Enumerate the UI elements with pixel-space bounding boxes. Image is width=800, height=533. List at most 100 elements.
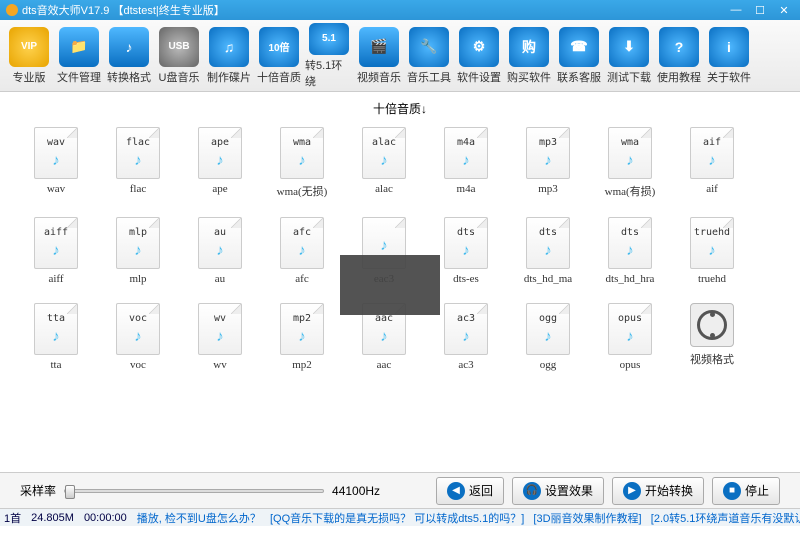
- 测试下载-icon: ⬇: [609, 27, 649, 67]
- toolbar-label: 转换格式: [107, 69, 151, 85]
- status-link[interactable]: [3D丽音效果制作教程]: [533, 513, 641, 525]
- toolbar-文件管理[interactable]: 📁文件管理: [54, 22, 104, 90]
- format-dts_hd_hra[interactable]: dts♪dts_hd_hra: [604, 217, 656, 285]
- file-label: mp2: [292, 359, 312, 371]
- toolbar-label: 软件设置: [457, 69, 501, 85]
- format-m4a[interactable]: m4a♪m4a: [440, 127, 492, 199]
- file-label: ac3: [458, 359, 473, 371]
- file-label: au: [215, 273, 225, 285]
- toolbar-转5.1环绕[interactable]: 5.1转5.1环绕: [304, 22, 354, 90]
- effect-button[interactable]: 🎧设置效果: [512, 477, 604, 505]
- file-label: alac: [375, 183, 393, 195]
- format-ogg[interactable]: ogg♪ogg: [522, 303, 574, 371]
- toolbar-label: 制作碟片: [207, 69, 251, 85]
- format-ac3[interactable]: ac3♪ac3: [440, 303, 492, 371]
- toolbar-十倍音质[interactable]: 10倍十倍音质: [254, 22, 304, 90]
- format-wma(有损)[interactable]: wma♪wma(有损): [604, 127, 656, 199]
- format-dts_hd_ma[interactable]: dts♪ dts_hd_ma: [522, 217, 574, 285]
- format-tta[interactable]: tta♪tta: [30, 303, 82, 371]
- format-voc[interactable]: voc♪ voc: [112, 303, 164, 371]
- window-title: dts音效大师V17.9 【dtstest|终生专业版】: [22, 2, 726, 18]
- file-icon: voc♪: [116, 303, 160, 355]
- toolbar-测试下载[interactable]: ⬇测试下载: [604, 22, 654, 90]
- toolbar-制作碟片[interactable]: ♫制作碟片: [204, 22, 254, 90]
- format-aiff[interactable]: aiff♪aiff: [30, 217, 82, 285]
- format-dts-es[interactable]: dts♪dts-es: [440, 217, 492, 285]
- toolbar-关于软件[interactable]: i关于软件: [704, 22, 754, 90]
- file-label: mp3: [538, 183, 558, 195]
- format-ape[interactable]: ape♪ape: [194, 127, 246, 199]
- 专业版-icon: VIP: [9, 27, 49, 67]
- samplerate-value: 44100Hz: [332, 484, 380, 498]
- file-icon: flac♪: [116, 127, 160, 179]
- toolbar-转换格式[interactable]: ♪ 转换格式: [104, 22, 154, 90]
- status-size: 24.805M: [31, 512, 74, 524]
- file-label: wv: [213, 359, 226, 371]
- status-links: 播放, 检不到U盘怎么办？ [QQ音乐下载的是真无损吗？ 可以转成dts5.1的…: [137, 510, 800, 526]
- format-aif[interactable]: aif♪aif: [686, 127, 738, 199]
- toolbar-联系客服[interactable]: ☎联系客服: [554, 22, 604, 90]
- format-wv[interactable]: wv♪wv: [194, 303, 246, 371]
- toolbar-视频音乐[interactable]: 🎬视频音乐: [354, 22, 404, 90]
- toolbar-U盘音乐[interactable]: USBU盘音乐: [154, 22, 204, 90]
- file-label: afc: [295, 273, 308, 285]
- file-icon: wav♪: [34, 127, 78, 179]
- video-format[interactable]: 视频格式: [686, 303, 738, 371]
- file-icon: alac♪: [362, 127, 406, 179]
- format-mp3[interactable]: mp3♪ mp3: [522, 127, 574, 199]
- minimize-button[interactable]: —: [726, 3, 746, 17]
- format-opus[interactable]: opus♪opus: [604, 303, 656, 371]
- back-button[interactable]: ◀返回: [436, 477, 504, 505]
- file-icon: mp3♪: [526, 127, 570, 179]
- stop-icon: ■: [723, 482, 741, 500]
- stop-button[interactable]: ■停止: [712, 477, 780, 505]
- format-flac[interactable]: flac♪ flac: [112, 127, 164, 199]
- status-link[interactable]: 播放, 检不到U盘怎么办？: [137, 513, 261, 525]
- slider-thumb[interactable]: [65, 485, 75, 499]
- format-mlp[interactable]: mlp♪mlp: [112, 217, 164, 285]
- back-icon: ◀: [447, 482, 465, 500]
- file-icon: opus♪: [608, 303, 652, 355]
- 转换格式-icon: ♪: [109, 27, 149, 67]
- samplerate-slider[interactable]: [64, 489, 324, 493]
- format-afc[interactable]: afc♪afc: [276, 217, 328, 285]
- status-link[interactable]: [2.0转5.1环绕声道音乐有没默认的调整方案？]: [651, 513, 800, 525]
- status-time: 00:00:00: [84, 512, 127, 524]
- toolbar-label: 使用教程: [657, 69, 701, 85]
- toolbar-专业版[interactable]: VIP 专业版: [4, 22, 54, 90]
- file-icon: truehd♪: [690, 217, 734, 269]
- status-link[interactable]: [QQ音乐下载的是真无损吗？ 可以转成dts5.1的吗？]: [270, 513, 524, 525]
- bottom-bar: 采样率 44100Hz ◀返回 🎧设置效果 ▶开始转换 ■停止: [0, 472, 800, 508]
- 关于软件-icon: i: [709, 27, 749, 67]
- toolbar-购买软件[interactable]: 购购买软件: [504, 22, 554, 90]
- app-icon: [6, 4, 18, 16]
- file-label: dts_hd_ma: [524, 273, 572, 285]
- file-label: voc: [130, 359, 146, 371]
- toolbar-音乐工具[interactable]: 🔧音乐工具: [404, 22, 454, 90]
- format-truehd[interactable]: truehd♪ truehd: [686, 217, 738, 285]
- toolbar-label: 专业版: [13, 69, 46, 85]
- toolbar-使用教程[interactable]: ?使用教程: [654, 22, 704, 90]
- file-label: wav: [47, 183, 65, 195]
- close-button[interactable]: ✕: [774, 3, 794, 17]
- format-alac[interactable]: alac♪ alac: [358, 127, 410, 199]
- 联系客服-icon: ☎: [559, 27, 599, 67]
- format-au[interactable]: au♪au: [194, 217, 246, 285]
- file-label: flac: [130, 183, 146, 195]
- maximize-button[interactable]: ☐: [750, 3, 770, 17]
- 软件设置-icon: ⚙: [459, 27, 499, 67]
- file-icon: dts♪: [526, 217, 570, 269]
- format-mp2[interactable]: mp2♪mp2: [276, 303, 328, 371]
- status-count: 1首: [4, 510, 21, 526]
- toolbar-软件设置[interactable]: ⚙ 软件设置: [454, 22, 504, 90]
- 转5.1环绕-icon: 5.1: [309, 23, 349, 55]
- preview-overlay: [340, 255, 440, 315]
- file-icon: wma♪: [280, 127, 324, 179]
- file-label: 视频格式: [690, 351, 734, 367]
- start-button[interactable]: ▶开始转换: [612, 477, 704, 505]
- format-wav[interactable]: wav♪ wav: [30, 127, 82, 199]
- file-label: truehd: [698, 273, 726, 285]
- format-wma(无损)[interactable]: wma♪wma(无损): [276, 127, 328, 199]
- format-grid: wav♪wavflac♪flacape♪apewma♪wma(无损)alac♪a…: [20, 121, 780, 377]
- main-toolbar: VIP 专业版 📁文件管理♪ 转换格式USBU盘音乐♫制作碟片10倍十倍音质5.1转5…: [0, 20, 800, 92]
